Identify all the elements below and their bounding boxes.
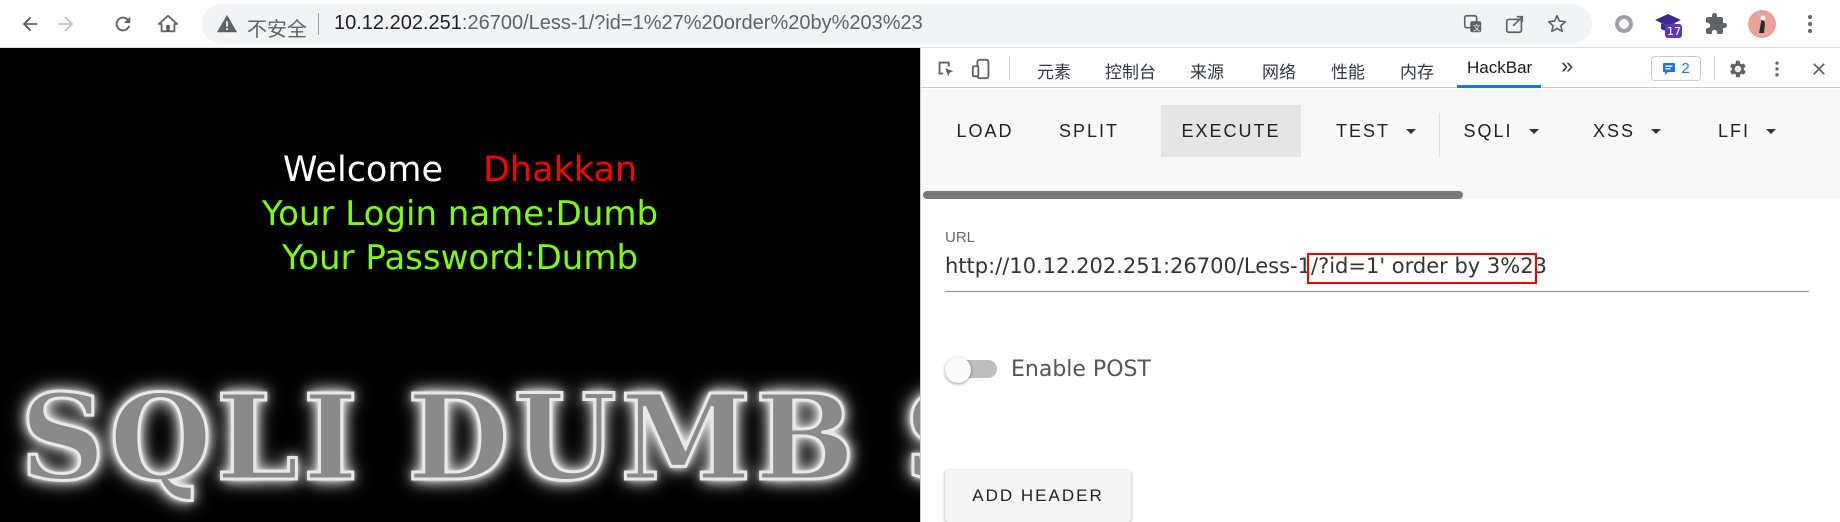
- extension-badge: 17: [1667, 25, 1681, 38]
- share-icon[interactable]: [1504, 13, 1526, 35]
- tab-sources[interactable]: 来源: [1190, 58, 1224, 83]
- xss-label: XSS: [1592, 120, 1636, 141]
- bookmark-star-icon[interactable]: [1546, 13, 1568, 35]
- url-text[interactable]: 10.12.202.251:26700/Less-1/?id=1%27%20or…: [334, 12, 923, 35]
- sqli-label: SQLI: [1463, 120, 1513, 141]
- browser-toolbar: 不安全 10.12.202.251:26700/Less-1/?id=1%27%…: [0, 0, 1840, 48]
- tab-hackbar[interactable]: HackBar: [1467, 58, 1532, 78]
- warning-icon[interactable]: [216, 13, 238, 35]
- lfi-label: LFI: [1717, 120, 1750, 141]
- issues-counter[interactable]: 2: [1651, 56, 1701, 81]
- tab-network[interactable]: 网络: [1262, 58, 1296, 83]
- url-path: :26700/Less-1/?id=1%27%20order%20by%203%…: [461, 12, 923, 34]
- devtools-menu-icon[interactable]: [1764, 56, 1790, 82]
- device-toolbar-icon[interactable]: [969, 56, 995, 82]
- translate-icon[interactable]: 文: [1462, 13, 1484, 35]
- devtools-panel: 元素 控制台 来源 网络 性能 内存 HackBar » 2 LOAD SPLI…: [920, 48, 1840, 522]
- load-button[interactable]: LOAD: [937, 105, 1033, 157]
- settings-gear-icon[interactable]: [1724, 56, 1750, 82]
- address-bar[interactable]: 不安全 10.12.202.251:26700/Less-1/?id=1%27%…: [202, 4, 1592, 44]
- more-tabs-icon[interactable]: »: [1561, 53, 1573, 79]
- web-page: Welcome Dhakkan Your Login name:Dumb Your…: [0, 48, 920, 522]
- toolbar-scrollbar[interactable]: [923, 191, 1463, 199]
- username-text: Dhakkan: [482, 150, 638, 190]
- caret-down-icon: [1406, 128, 1416, 134]
- tabbar-divider: [1009, 56, 1010, 80]
- welcome-line: Welcome Dhakkan: [0, 150, 920, 190]
- toggle-knob: [945, 357, 971, 383]
- url-label: URL: [945, 229, 976, 246]
- inspect-element-icon[interactable]: [933, 56, 959, 82]
- issues-icon: [1663, 62, 1676, 75]
- omnibox-separator: [318, 13, 319, 35]
- enable-post-label: Enable POST: [1011, 357, 1151, 382]
- welcome-text: Welcome: [282, 150, 443, 190]
- hackbar-toolbar: LOAD SPLIT EXECUTE TEST SQLI XSS LFI: [921, 89, 1840, 199]
- highlight-box: [1307, 253, 1537, 284]
- active-tab-indicator: [1457, 85, 1541, 88]
- back-arrow-icon: [22, 16, 38, 32]
- svg-text:文: 文: [1473, 23, 1481, 32]
- chrome-menu-icon[interactable]: [1794, 8, 1826, 40]
- toolbar-divider: [1439, 113, 1440, 157]
- profile-avatar[interactable]: [1746, 8, 1778, 40]
- xss-dropdown[interactable]: XSS: [1575, 105, 1679, 157]
- extensions-puzzle-icon[interactable]: [1700, 8, 1732, 40]
- tabbar-divider-2: [1714, 56, 1715, 80]
- url-host: 10.12.202.251: [334, 12, 462, 34]
- tab-performance[interactable]: 性能: [1331, 58, 1365, 83]
- devtools-tabbar: 元素 控制台 来源 网络 性能 内存 HackBar » 2: [921, 48, 1840, 88]
- close-devtools-icon[interactable]: [1806, 56, 1832, 82]
- caret-down-icon: [1651, 128, 1662, 134]
- lfi-dropdown[interactable]: LFI: [1697, 105, 1797, 157]
- reload-icon: [115, 16, 131, 32]
- tab-elements[interactable]: 元素: [1037, 58, 1071, 83]
- password-text: Your Password:Dumb: [281, 238, 639, 278]
- split-button[interactable]: SPLIT: [1041, 105, 1137, 157]
- extension-graduation-icon[interactable]: 17: [1652, 8, 1684, 40]
- add-header-button[interactable]: ADD HEADER: [945, 470, 1131, 522]
- sqli-dumb-banner: SQLI DUMB SE: [18, 367, 920, 509]
- home-icon: [157, 14, 179, 33]
- extension-circle-icon[interactable]: [1608, 8, 1640, 40]
- test-label: TEST: [1335, 120, 1390, 141]
- caret-down-icon: [1528, 128, 1539, 134]
- forward-button[interactable]: [50, 8, 82, 40]
- sqli-dropdown[interactable]: SQLI: [1447, 105, 1555, 157]
- execute-button[interactable]: EXECUTE: [1161, 105, 1301, 157]
- issues-count: 2: [1681, 60, 1690, 77]
- tab-console[interactable]: 控制台: [1105, 58, 1156, 83]
- enable-post-toggle[interactable]: [945, 357, 1001, 383]
- home-button[interactable]: [152, 8, 184, 40]
- test-dropdown[interactable]: TEST: [1315, 105, 1437, 157]
- insecure-label[interactable]: 不安全: [247, 13, 307, 42]
- reload-button[interactable]: [107, 8, 139, 40]
- back-button[interactable]: [14, 8, 46, 40]
- login-name-text: Your Login name:Dumb: [261, 194, 659, 234]
- tab-memory[interactable]: 内存: [1400, 58, 1434, 83]
- caret-down-icon: [1766, 128, 1776, 134]
- forward-arrow-icon: [58, 16, 74, 32]
